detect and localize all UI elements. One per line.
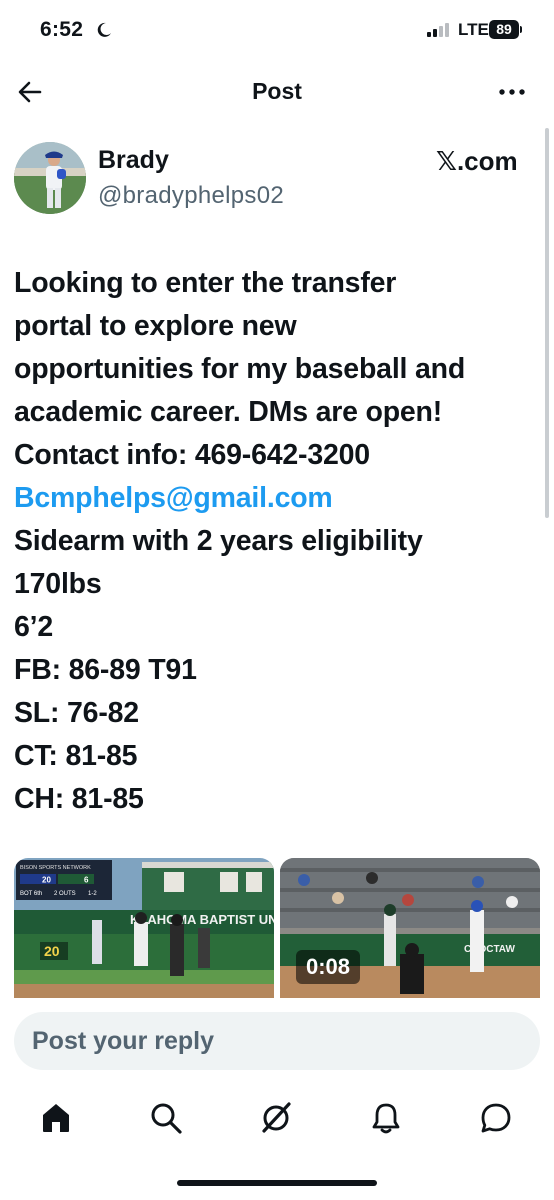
- home-icon[interactable]: [38, 1100, 74, 1136]
- post-header: Post: [0, 62, 554, 122]
- source-label: 𝕏.com: [436, 146, 518, 176]
- stadium-banner: KLAHOMA BAPTIST UNI: [130, 912, 274, 927]
- messages-icon[interactable]: [478, 1100, 514, 1136]
- post-line: CH: 81-85: [14, 783, 144, 815]
- more-options-icon[interactable]: [497, 78, 527, 106]
- post-line: 6’2: [14, 611, 54, 643]
- scoreboard-count: 1-2: [88, 891, 97, 897]
- baseball-scene-1: KLAHOMA BAPTIST UNI 20 BISON SPORTS NETW…: [14, 858, 274, 998]
- email-link[interactable]: Bcmphelps@gmail.com: [14, 477, 540, 520]
- post-line: portal to explore new: [14, 310, 297, 342]
- video-thumbnail-1[interactable]: KLAHOMA BAPTIST UNI 20 BISON SPORTS NETW…: [14, 858, 274, 998]
- cellular-signal-icon: [427, 23, 453, 37]
- post-line: Looking to enter the transfer: [14, 267, 397, 299]
- battery-level: 89: [489, 20, 519, 39]
- score-away: 20: [42, 876, 51, 885]
- reply-placeholder: Post your reply: [32, 1027, 214, 1055]
- post-line: Contact info: 469-642-3200: [14, 439, 370, 471]
- scoreboard-inning: BOT 6th: [20, 891, 42, 897]
- reply-input[interactable]: Post your reply: [14, 1012, 540, 1070]
- score-home: 6: [84, 876, 89, 885]
- page-title: Post: [252, 78, 302, 104]
- post-line: Sidearm with 2 years eligibility: [14, 525, 423, 557]
- post-line: FB: 86-89 T91: [14, 654, 197, 686]
- video-thumbnail-2[interactable]: CHOCTAW 0:08: [280, 858, 540, 998]
- post-line: 170lbs: [14, 568, 102, 600]
- post-text: Looking to enter the transfer portal to …: [14, 262, 540, 821]
- home-indicator: [177, 1180, 377, 1186]
- notifications-icon[interactable]: [368, 1100, 404, 1136]
- scoreboard-outs: 2 OUTS: [54, 891, 76, 897]
- avatar-image: [14, 142, 86, 214]
- scrollbar[interactable]: [545, 128, 549, 518]
- battery-icon: [520, 26, 522, 33]
- network-type: LTE: [458, 20, 489, 39]
- status-time: 6:52: [40, 18, 84, 41]
- post-line: opportunities for my baseball and: [14, 353, 466, 385]
- post-line: SL: 76-82: [14, 697, 139, 729]
- author-handle[interactable]: @bradyphelps02: [98, 182, 284, 210]
- scoreboard-network: BISON SPORTS NETWORK: [20, 865, 91, 871]
- grok-icon[interactable]: [258, 1100, 294, 1136]
- bottom-nav: [0, 1090, 554, 1150]
- avatar[interactable]: [14, 142, 86, 214]
- wall-number: 20: [44, 943, 60, 959]
- search-icon[interactable]: [148, 1100, 184, 1136]
- status-bar: 6:52 LTE 89: [0, 0, 554, 62]
- moon-icon: [97, 22, 111, 37]
- post-line: CT: 81-85: [14, 740, 138, 772]
- author-name[interactable]: Brady: [98, 146, 169, 175]
- video-duration: 0:08: [296, 950, 361, 984]
- post-line: academic career. DMs are open!: [14, 396, 443, 428]
